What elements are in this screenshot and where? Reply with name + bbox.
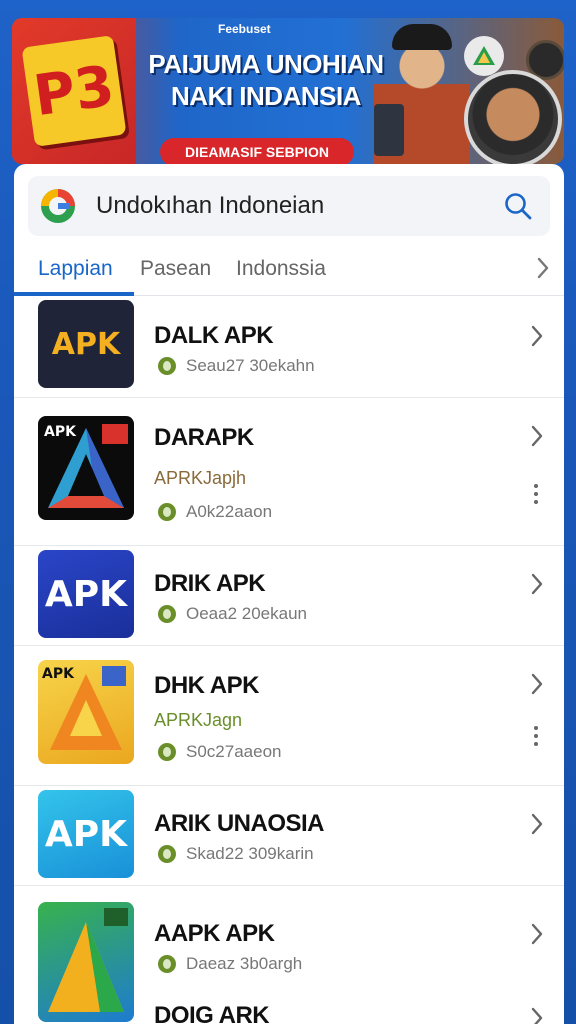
app-meta: S0c27aaeon [158,742,281,762]
list-item[interactable]: APK DHK APK APRKJagn S0c27aaeon [14,646,564,786]
tab-lappian[interactable]: Lappian [38,250,113,294]
search-icon[interactable] [496,184,540,228]
status-dot-icon [158,605,176,623]
app-meta-text: Skad22 309karin [186,844,314,863]
app-meta-text: Seau27 30ekahn [186,356,315,375]
list-item[interactable]: AAPK APK Daeaz 3b0argh [14,886,564,1022]
chevron-right-icon[interactable] [536,256,550,285]
banner-title: PAIJUMA UNOHIAN NAKI INDANSIA [148,48,384,112]
list-item[interactable]: APK DARAPK APRKJapjh A0k22aaon [14,398,564,546]
chevron-right-icon[interactable] [530,812,544,841]
chevron-right-icon[interactable] [530,1006,544,1024]
banner-title-line1: PAIJUMA UNOHIAN [148,49,384,79]
app-icon: APK [38,550,134,638]
app-icon: APK [38,416,134,520]
banner-portrait-image [464,70,562,164]
app-meta-text: A0k22aaon [186,502,273,521]
status-dot-icon [158,845,176,863]
banner-logo: P3 [12,18,136,164]
tab-bar: Lappian Pasean Indonssia [14,242,564,296]
app-meta-text: Daeaz 3b0argh [186,954,303,973]
app-name: ARIK UNAOSIA [154,810,325,837]
list-item[interactable]: DOIG ARK [14,986,564,1024]
list-item[interactable]: APK DALK APK Seau27 30ekahn [14,298,564,398]
app-icon-label: APK [42,666,74,682]
app-meta: Seau27 30ekahn [158,356,315,376]
google-g-icon [38,186,78,226]
app-icon-label: APK [44,813,128,855]
app-icon: APK [38,300,134,388]
chevron-right-icon[interactable] [530,572,544,601]
app-name: DARAPK [154,424,254,451]
banner-cta-pill[interactable]: DIEAMASIF SEBPION [160,138,354,164]
app-icon-label: APK [44,573,128,615]
banner-small-text: Feebuset [218,22,271,36]
app-meta-text: S0c27aaeon [186,742,282,761]
app-name: AAPK APK [154,920,275,947]
app-meta: Skad22 309karin [158,844,314,864]
app-icon: APK [38,660,134,764]
chevron-right-icon[interactable] [530,922,544,951]
app-subtitle: APRKJagn [154,710,243,730]
status-dot-icon [158,357,176,375]
more-vertical-icon[interactable] [534,726,538,750]
app-meta: A0k22aaon [158,502,272,522]
banner-title-line2: NAKI INDANSIA [171,81,361,111]
promo-banner[interactable]: P3 Feebuset PAIJUMA UNOHIAN NAKI INDANSI… [12,18,564,164]
app-icon-label: APK [44,424,76,440]
app-subtitle: APRKJapjh [154,468,247,488]
list-item[interactable]: APK ARIK UNAOSIA Skad22 309karin [14,786,564,886]
main-card: Undokıhan Indoneian Lappian Pasean Indon… [14,164,564,1024]
list-item[interactable]: APK DRIK APK Oeaa2 20ekaun [14,546,564,646]
app-name: DOIG ARK [154,1002,270,1024]
chevron-right-icon[interactable] [530,672,544,701]
tab-pasean[interactable]: Pasean [140,250,211,294]
more-vertical-icon[interactable] [534,484,538,508]
app-meta-text: Oeaa2 20ekaun [186,604,307,623]
banner-badge-icon [464,36,504,76]
chevron-right-icon[interactable] [530,424,544,453]
app-name: DHK APK [154,672,259,699]
status-dot-icon [158,743,176,761]
app-meta: Daeaz 3b0argh [158,954,302,974]
search-bar[interactable]: Undokıhan Indoneian [28,176,550,236]
banner-logo-mark: P3 [21,35,127,147]
status-dot-icon [158,955,176,973]
app-name: DALK APK [154,322,274,349]
app-icon-label: APK [51,326,121,362]
app-meta: Oeaa2 20ekaun [158,604,307,624]
app-icon: APK [38,790,134,878]
cap-shape [392,24,452,50]
active-tab-indicator [14,292,134,296]
phone-shape [374,104,404,156]
banner-person-image [374,24,470,164]
chevron-right-icon[interactable] [530,324,544,353]
status-dot-icon [158,503,176,521]
app-name: DRIK APK [154,570,266,597]
tab-indonssia[interactable]: Indonssia [236,250,326,294]
search-input[interactable]: Undokıhan Indoneian [96,192,496,220]
